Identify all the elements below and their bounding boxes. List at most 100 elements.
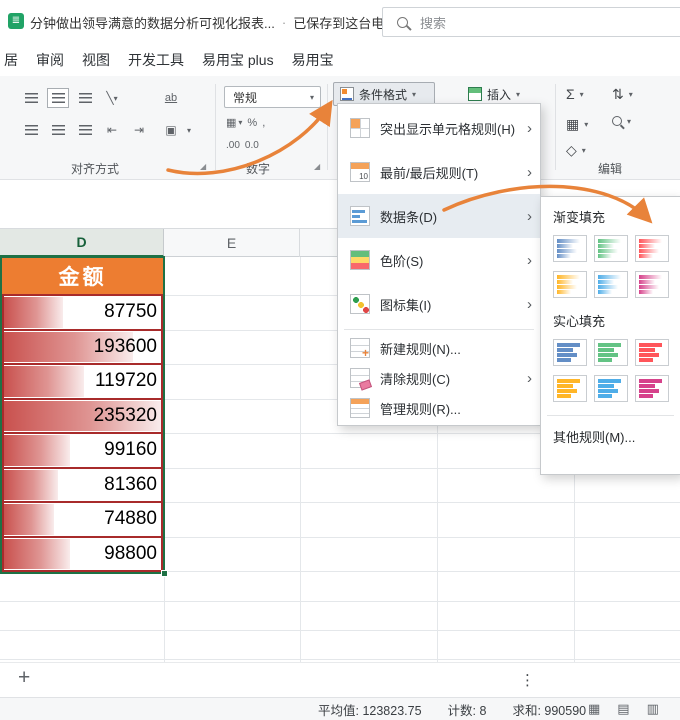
menu-item[interactable]: 管理规则(R)...	[338, 393, 540, 423]
cell-row-2[interactable]: 193600	[2, 330, 163, 365]
menu-tab-3[interactable]: 视图	[80, 50, 112, 70]
percent-style-button[interactable]: %	[247, 117, 257, 129]
more-options-icon[interactable]: ⋮	[520, 671, 535, 689]
gradient-databar-swatch-1[interactable]	[553, 235, 587, 262]
data-bars-submenu: 渐变填充 实心填充 其他规则(M)...	[540, 196, 680, 475]
fill-handle[interactable]	[161, 570, 168, 577]
status-sum: 求和: 990590	[512, 703, 587, 718]
amount-header-cell[interactable]: 金额	[2, 258, 163, 296]
align-group-label: 对齐方式	[70, 162, 119, 176]
lines-glyph	[51, 93, 65, 103]
align-right-icon[interactable]	[74, 120, 96, 140]
group-divider	[555, 84, 556, 170]
menu-item[interactable]: 图标集(I) ›	[338, 282, 540, 326]
swatch-bar	[598, 239, 621, 243]
swatch-bar	[598, 379, 621, 383]
status-count: 计数: 8	[447, 703, 487, 718]
menu-item-label: 清除规则(C)	[380, 371, 451, 387]
status-stats: 平均值: 123823.75 计数: 8 求和: 990590	[318, 698, 586, 720]
sort-filter-button[interactable]: ⇅ ▾	[612, 86, 633, 103]
menu-item[interactable]: 新建规则(N)...	[338, 333, 540, 363]
menu-tab-2[interactable]: 审阅	[34, 50, 66, 70]
number-dialog-launcher-icon[interactable]: ◢	[314, 162, 320, 171]
solid-databar-swatch-2[interactable]	[594, 339, 628, 366]
align-center-icon[interactable]	[47, 120, 69, 140]
solid-databar-swatch-3[interactable]	[635, 339, 669, 366]
decrease-indent-icon[interactable]: ⇤	[101, 120, 123, 140]
group-divider	[327, 84, 328, 170]
cell-row-3[interactable]: 119720	[2, 365, 163, 400]
increase-indent-icon[interactable]: ⇥	[128, 120, 150, 140]
menu-tab-4[interactable]: 开发工具	[126, 50, 186, 70]
menu-item[interactable]: 突出显示单元格规则(H) ›	[338, 106, 540, 150]
column-header-d[interactable]: D	[0, 229, 164, 257]
solid-swatches	[553, 339, 669, 402]
align-middle-icon[interactable]	[47, 88, 69, 108]
align-dialog-launcher-icon[interactable]: ◢	[200, 162, 206, 171]
cell-row-4[interactable]: 235320	[2, 399, 163, 434]
swatch-bar	[639, 239, 662, 243]
gradient-databar-swatch-4[interactable]	[553, 271, 587, 298]
swatch-bar	[557, 379, 580, 383]
more-rules-item[interactable]: 其他规则(M)...	[553, 425, 668, 448]
fill-button[interactable]: ▦ ▾	[566, 116, 588, 133]
highlight-cells-rules-icon	[350, 118, 370, 138]
sheet-tab-bar: + ⋮	[0, 662, 680, 697]
clear-button[interactable]: ◇ ▾	[566, 142, 586, 159]
gradient-databar-swatch-3[interactable]	[635, 235, 669, 262]
add-sheet-button[interactable]: +	[18, 666, 30, 690]
menu-tab-5[interactable]: 易用宝 plus	[200, 50, 276, 70]
page-break-view-icon[interactable]: ▥	[647, 701, 659, 717]
swatch-bar	[598, 358, 612, 362]
gradient-databar-swatch-6[interactable]	[635, 271, 669, 298]
align-bottom-icon[interactable]	[74, 88, 96, 108]
status-bar: 平均值: 123823.75 计数: 8 求和: 990590 ▦ ▤ ▥	[0, 697, 680, 720]
page-layout-view-icon[interactable]: ▤	[617, 701, 629, 717]
menu-tab-6[interactable]: 易用宝	[290, 50, 336, 70]
solid-databar-swatch-4[interactable]	[553, 375, 587, 402]
swatch-bar	[557, 353, 578, 357]
cell-row-6[interactable]: 81360	[2, 468, 163, 503]
gradient-databar-swatch-2[interactable]	[594, 235, 628, 262]
swatch-bar	[639, 285, 660, 289]
align-top-icon[interactable]	[20, 88, 42, 108]
solid-databar-swatch-5[interactable]	[594, 375, 628, 402]
swatch-bar	[598, 353, 619, 357]
number-format-dropdown[interactable]: 常规 ▾	[224, 86, 321, 108]
gradient-swatches	[553, 235, 669, 298]
gridline	[0, 630, 680, 631]
edit-group-label: 编辑	[597, 162, 622, 176]
decrease-decimal-button[interactable]: 0.0	[245, 140, 259, 151]
merge-cells-button[interactable]: ▣ ▾	[160, 120, 191, 140]
cell-row-8[interactable]: 98800	[2, 537, 163, 572]
text-orientation-icon[interactable]: ╲ ▾	[101, 88, 123, 108]
increase-decimal-button[interactable]: .00	[226, 140, 240, 151]
column-header-e[interactable]: E	[164, 229, 300, 257]
solid-fill-label: 实心填充	[553, 314, 606, 329]
normal-view-icon[interactable]: ▦	[588, 701, 600, 717]
menu-item[interactable]: 数据条(D) ›	[338, 194, 540, 238]
accounting-format-button[interactable]: ▦ ▾	[226, 116, 242, 129]
swatch-bar	[598, 290, 612, 294]
solid-databar-swatch-6[interactable]	[635, 375, 669, 402]
cell-row-5[interactable]: 99160	[2, 434, 163, 469]
find-select-button[interactable]: ▾	[612, 116, 631, 126]
comma-style-button[interactable]: ,	[262, 117, 265, 129]
chevron-down-icon: ▾	[584, 120, 589, 129]
menu-item[interactable]: 最前/最后规则(T) ›	[338, 150, 540, 194]
autosum-button[interactable]: Σ ▾	[566, 86, 584, 102]
cell-row-1[interactable]: 87750	[2, 296, 163, 331]
data-bar	[4, 435, 71, 466]
menu-item[interactable]: 清除规则(C) ›	[338, 363, 540, 393]
search-box[interactable]: 搜索	[382, 7, 680, 37]
decimal-tools-row: .00 0.0	[226, 140, 259, 151]
cell-row-7[interactable]: 74880	[2, 503, 163, 538]
search-icon	[397, 16, 408, 28]
menu-tab-1[interactable]: 居	[2, 50, 20, 70]
align-left-icon[interactable]	[20, 120, 42, 140]
swatch-bar	[639, 379, 662, 383]
menu-item[interactable]: 色阶(S) ›	[338, 238, 540, 282]
gradient-databar-swatch-5[interactable]	[594, 271, 628, 298]
solid-databar-swatch-1[interactable]	[553, 339, 587, 366]
wrap-text-button[interactable]: ab	[160, 88, 182, 108]
